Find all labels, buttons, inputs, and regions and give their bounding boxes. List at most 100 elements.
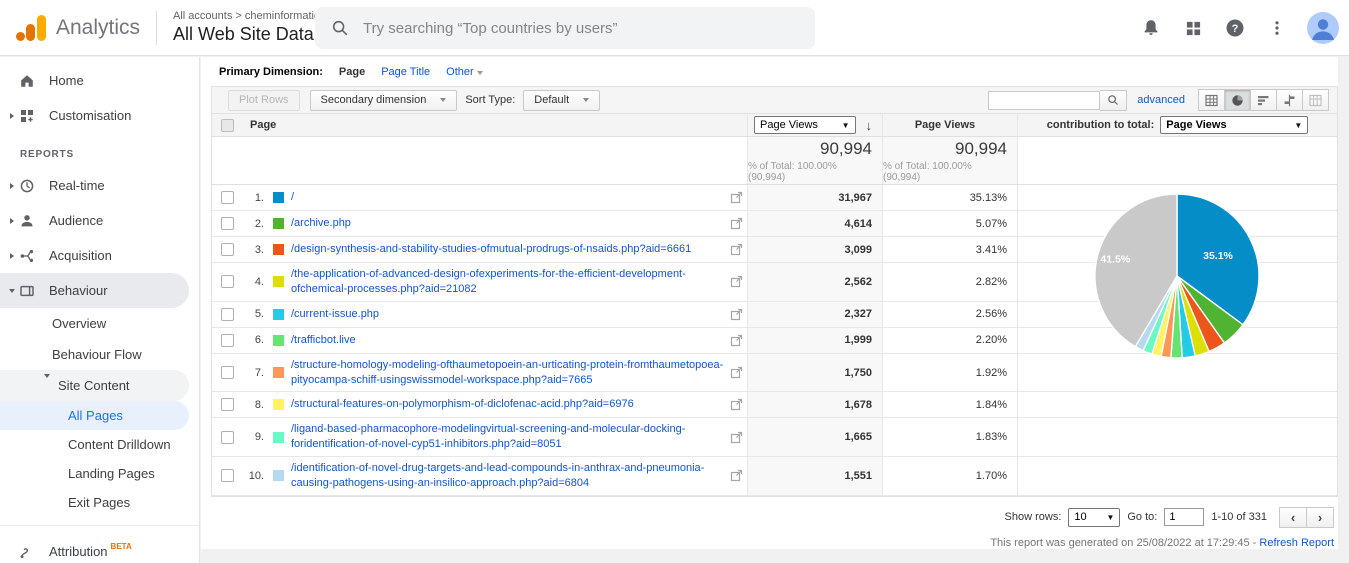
goto-page-input[interactable] [1164, 508, 1204, 526]
contribution-metric-select[interactable]: Page Views ▼ [1160, 116, 1308, 134]
sidebar-item-landing-pages[interactable]: Landing Pages [0, 459, 199, 488]
show-rows-select[interactable]: 10 ▼ [1068, 508, 1120, 527]
refresh-report-link[interactable]: Refresh Report [1259, 537, 1334, 549]
plot-rows-button[interactable]: Plot Rows [228, 90, 300, 111]
page-link[interactable]: /ligand-based-pharmacophore-modelingvirt… [291, 422, 724, 452]
expand-icon[interactable] [5, 218, 18, 224]
row-checkbox[interactable] [221, 431, 234, 444]
chevron-down-icon [583, 98, 589, 102]
sidebar-item-audience[interactable]: Audience [0, 203, 199, 238]
sort-type-button[interactable]: Default [523, 90, 600, 111]
page-views-metric-select[interactable]: Page Views ▼ [754, 116, 856, 134]
page-link[interactable]: /identification-of-novel-drug-targets-an… [291, 461, 724, 491]
sidebar-item-site-content[interactable]: Site Content [0, 370, 189, 401]
expand-icon[interactable] [5, 253, 18, 259]
help-button[interactable]: ? [1223, 16, 1247, 40]
search-icon [1107, 94, 1119, 106]
open-in-new-icon[interactable] [730, 217, 743, 230]
expand-icon[interactable] [5, 183, 18, 189]
view-performance-button[interactable] [1250, 89, 1277, 111]
row-number: 4. [242, 276, 264, 288]
view-percentage-button[interactable] [1224, 89, 1251, 111]
row-checkbox[interactable] [221, 217, 234, 230]
row-checkbox[interactable] [221, 275, 234, 288]
dimension-page-title-tab[interactable]: Page Title [381, 66, 430, 78]
vertical-dots-icon [1268, 19, 1286, 37]
customisation-icon [18, 107, 35, 124]
page-link[interactable]: /design-synthesis-and-stability-studies-… [291, 242, 724, 257]
view-table-button[interactable] [1198, 89, 1225, 111]
row-checkbox[interactable] [221, 308, 234, 321]
more-options-button[interactable] [1265, 16, 1289, 40]
open-in-new-icon[interactable] [730, 469, 743, 482]
sidebar-item-behaviour-flow[interactable]: Behaviour Flow [0, 339, 199, 370]
page-link[interactable]: /trafficbot.live [291, 333, 724, 348]
open-in-new-icon[interactable] [730, 431, 743, 444]
open-in-new-icon[interactable] [730, 191, 743, 204]
sort-descending-icon[interactable]: ↓ [866, 118, 873, 133]
row-checkbox[interactable] [221, 334, 234, 347]
open-in-new-icon[interactable] [730, 334, 743, 347]
collapse-icon[interactable] [44, 378, 54, 393]
collapse-icon[interactable] [5, 289, 18, 293]
sidebar-item-behaviour[interactable]: Behaviour [0, 273, 189, 308]
previous-page-button[interactable]: ‹ [1279, 507, 1307, 528]
pivot-view-icon [1309, 94, 1322, 107]
pie-chart[interactable]: 35.1%41.5% [1092, 191, 1262, 361]
dimension-page-tab[interactable]: Page [339, 66, 365, 78]
sidebar-item-label: Real-time [49, 178, 105, 193]
row-checkbox[interactable] [221, 243, 234, 256]
notifications-button[interactable] [1139, 16, 1163, 40]
sidebar-item-label: Behaviour [49, 283, 108, 298]
clock-icon [18, 177, 35, 194]
analytics-brand[interactable]: Analytics [0, 15, 140, 41]
view-pivot-button[interactable] [1302, 89, 1329, 111]
sidebar-item-home[interactable]: Home [0, 63, 199, 98]
property-selector[interactable]: All Web Site Data [173, 24, 330, 45]
advanced-search-link[interactable]: advanced [1137, 94, 1185, 106]
table-row: 8. /structural-features-on-polymorphism-… [212, 392, 1337, 418]
sidebar-item-acquisition[interactable]: Acquisition [0, 238, 199, 273]
table-filter-search-button[interactable] [1100, 90, 1127, 111]
page-link[interactable]: / [291, 190, 724, 205]
page-link[interactable]: /structural-features-on-polymorphism-of-… [291, 397, 724, 412]
dimension-other-dropdown[interactable]: Other [446, 66, 483, 78]
page-link[interactable]: /structure-homology-modeling-ofthaumetop… [291, 358, 724, 388]
apps-grid-icon [1185, 20, 1202, 37]
open-in-new-icon[interactable] [730, 366, 743, 379]
secondary-dimension-button[interactable]: Secondary dimension [310, 90, 458, 111]
global-search[interactable] [315, 7, 815, 49]
open-in-new-icon[interactable] [730, 308, 743, 321]
sidebar-item-customisation[interactable]: Customisation [0, 98, 199, 133]
column-header-page-views[interactable]: Page Views [882, 114, 1017, 136]
page-link[interactable]: /the-application-of-advanced-design-ofex… [291, 267, 724, 297]
sidebar-item-exit-pages[interactable]: Exit Pages [0, 488, 199, 517]
table-filter-input[interactable] [988, 91, 1100, 110]
view-comparison-button[interactable] [1276, 89, 1303, 111]
sidebar-item-attribution[interactable]: Attribution BETA [0, 534, 199, 563]
page-link[interactable]: /current-issue.php [291, 307, 724, 322]
next-page-button[interactable]: › [1306, 507, 1334, 528]
sort-type-label: Sort Type: [465, 94, 515, 106]
open-in-new-icon[interactable] [730, 398, 743, 411]
row-checkbox[interactable] [221, 366, 234, 379]
open-in-new-icon[interactable] [730, 275, 743, 288]
open-in-new-icon[interactable] [730, 243, 743, 256]
apps-grid-button[interactable] [1181, 16, 1205, 40]
row-checkbox[interactable] [221, 398, 234, 411]
row-checkbox[interactable] [221, 191, 234, 204]
row-checkbox[interactable] [221, 469, 234, 482]
global-search-input[interactable] [363, 20, 783, 37]
behaviour-icon [18, 282, 35, 299]
sidebar-item-realtime[interactable]: Real-time [0, 168, 199, 203]
sidebar-item-all-pages[interactable]: All Pages [0, 401, 189, 430]
column-header-page[interactable]: Page [242, 119, 276, 131]
sidebar-item-label: Exit Pages [68, 495, 130, 510]
goto-label: Go to: [1127, 511, 1157, 523]
account-avatar[interactable] [1307, 12, 1339, 44]
sidebar-item-overview[interactable]: Overview [0, 308, 199, 339]
page-link[interactable]: /archive.php [291, 216, 724, 231]
select-all-checkbox[interactable] [221, 119, 234, 132]
expand-icon[interactable] [5, 113, 18, 119]
sidebar-item-content-drilldown[interactable]: Content Drilldown [0, 430, 199, 459]
